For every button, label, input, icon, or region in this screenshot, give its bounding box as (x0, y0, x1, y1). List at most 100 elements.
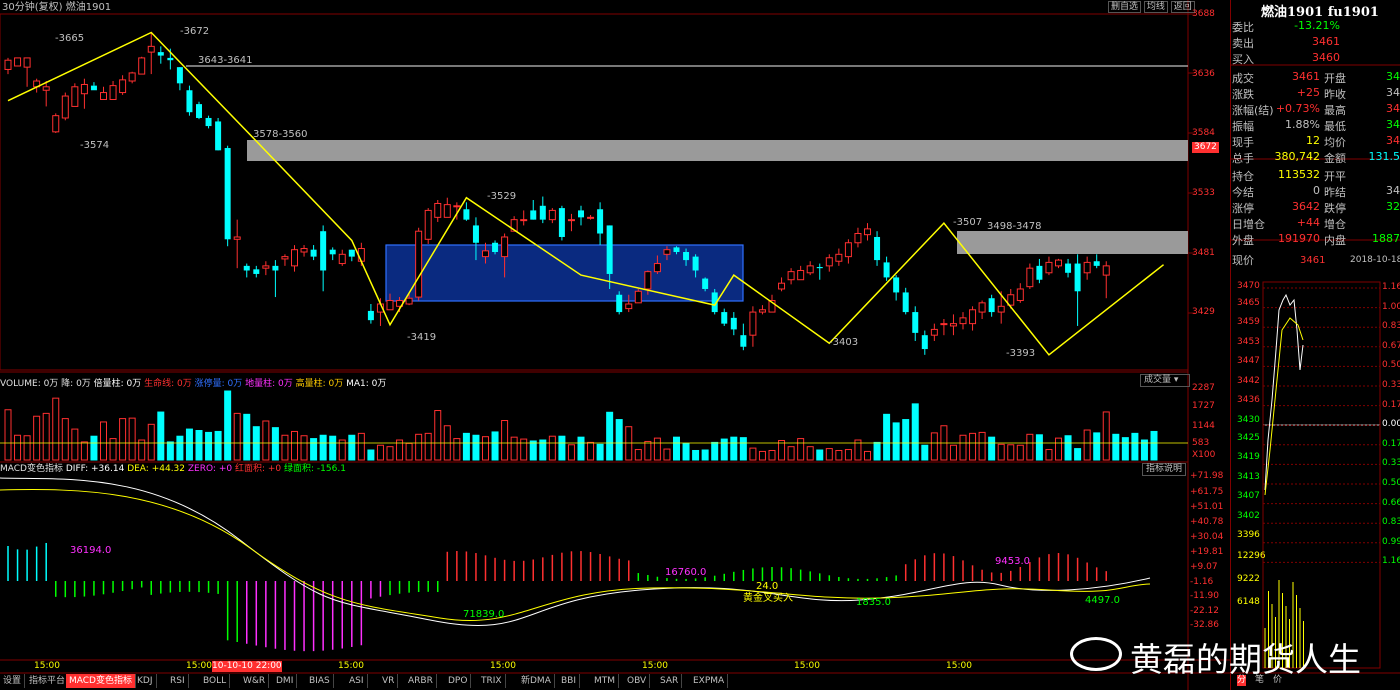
volume-bar (930, 432, 938, 461)
candle-body-down (272, 265, 279, 271)
quote-row: 今结 0 昨结 34 (1232, 183, 1400, 199)
candle-body-down (253, 269, 260, 274)
quote-label: 昨结 (1324, 186, 1346, 199)
candle-body-up (61, 95, 69, 119)
price-level-label: -3672 (180, 26, 210, 37)
volume-bar (711, 441, 719, 461)
tab-3[interactable]: KDJ (134, 674, 157, 688)
price-axis-tick: 3636 (1192, 69, 1215, 79)
candle-body-down (329, 249, 336, 255)
mini-right-tick: 1.16 (1382, 282, 1400, 292)
tab-5[interactable]: BOLL (200, 674, 231, 688)
sub-select-dropdown[interactable]: 成交量 ▾ (1140, 374, 1190, 387)
tab-2[interactable]: MACD变色指标 (66, 674, 136, 688)
macd-annotation: 16760.0 (665, 567, 707, 578)
candle-body-down (215, 121, 222, 151)
time-axis-label: 15:00 (946, 661, 972, 671)
tab-1[interactable]: 指标平台 (26, 674, 70, 688)
tab-19[interactable]: EXPMA (690, 674, 729, 688)
tab-12[interactable]: DPO (445, 674, 472, 688)
candle-body-down (367, 310, 374, 321)
volume-bar (548, 435, 556, 461)
candle-body-up (357, 248, 365, 262)
candle-body-down (90, 85, 97, 91)
quote-label: 振幅 (1232, 120, 1254, 133)
volume-bar (558, 435, 566, 461)
candle-body-up (520, 219, 528, 222)
volume-bar (682, 442, 690, 461)
tab-18[interactable]: SAR (657, 674, 683, 688)
volume-bar (1045, 449, 1053, 461)
candle-body-up (997, 305, 1005, 313)
quote-value: +44 (1296, 216, 1320, 229)
candle-body-down (1093, 261, 1100, 266)
volume-bar (596, 443, 604, 461)
mini-left-tick: 3470 (1237, 281, 1260, 291)
tab-17[interactable]: OBV (624, 674, 651, 688)
price-level-label: 3643-3641 (198, 55, 253, 66)
tab-4[interactable]: RSI (167, 674, 189, 688)
macd-axis-tick: -11.90 (1190, 591, 1220, 601)
indicator-help-button[interactable]: 指标说明 (1142, 463, 1187, 476)
volume-bar (701, 449, 709, 461)
quote-label: 涨跌 (1232, 88, 1254, 101)
volume-bar (157, 411, 165, 461)
macd-annotation: 36194.0 (70, 545, 112, 556)
volume-bar (271, 427, 279, 461)
tab-15[interactable]: BBI (558, 674, 581, 688)
tab-13[interactable]: TRIX (478, 674, 506, 688)
volume-bar (634, 449, 642, 461)
ma-button[interactable]: 均线 (1143, 1, 1168, 13)
tab-6[interactable]: W&R (240, 674, 270, 688)
volume-bar (472, 434, 480, 461)
volume-bar (281, 434, 289, 461)
volume-bar (692, 449, 700, 461)
volume-bar (233, 412, 241, 461)
volume-bar (128, 417, 136, 461)
price-level-label: 3578-3560 (253, 129, 308, 140)
tab-0[interactable]: 设置 (0, 674, 26, 688)
volume-legend-item: 倍量柱: 0万 (93, 379, 145, 389)
volume-legend: VOLUME: 0万 降: 0万 倍量柱: 0万 生命线: 0万 涨停量: 0万… (0, 376, 386, 389)
tab-11[interactable]: ARBR (405, 674, 437, 688)
candle-body-up (147, 45, 155, 53)
volume-bar (1150, 430, 1158, 461)
mini-left-tick: 9222 (1237, 574, 1260, 584)
candle-body-down (578, 210, 584, 218)
quote-row: 委比 -13.21% (1232, 18, 1400, 34)
quote-label: 总手 (1232, 152, 1254, 165)
tab-8[interactable]: BIAS (306, 674, 334, 688)
candle-body-up (4, 59, 12, 70)
quote-value: 12 (1306, 134, 1320, 147)
tab-16[interactable]: MTM (591, 674, 620, 688)
candle-body-up (567, 219, 575, 222)
resistance-zone-upper (247, 140, 1188, 161)
candle-body-up (281, 256, 289, 260)
candle-body-up (949, 323, 957, 327)
candle-body-up (959, 317, 967, 325)
volume-bar (185, 428, 193, 461)
symbol-label: 燃油1901 (65, 2, 112, 13)
candle-body-down (558, 208, 565, 237)
volume-bar (587, 441, 595, 461)
candle-body-down (921, 335, 928, 350)
volume-bar (787, 446, 795, 461)
tab-10[interactable]: VR (379, 674, 399, 688)
mini-right-tick: 0.17 (1382, 399, 1400, 410)
candle-body-up (548, 209, 556, 221)
tab-7[interactable]: DMI (273, 674, 298, 688)
candle-body-down (539, 205, 546, 220)
delete-watchlist-button[interactable]: 删自选 (1108, 1, 1142, 13)
candle-body-up (969, 309, 977, 325)
volume-bar (911, 403, 919, 461)
volume-bar (357, 432, 365, 461)
tab-9[interactable]: ASI (346, 674, 368, 688)
quote-value: 34 (1386, 184, 1400, 197)
quote-value: +0.73% (1275, 102, 1320, 115)
mini-left-tick: 3413 (1237, 472, 1260, 482)
quote-value: 34 (1386, 134, 1400, 147)
volume-bar (921, 444, 929, 461)
tab-14[interactable]: 新DMA (518, 674, 555, 688)
volume-bar (892, 422, 900, 461)
volume-legend-item: 高量柱: 0万 (295, 379, 347, 389)
